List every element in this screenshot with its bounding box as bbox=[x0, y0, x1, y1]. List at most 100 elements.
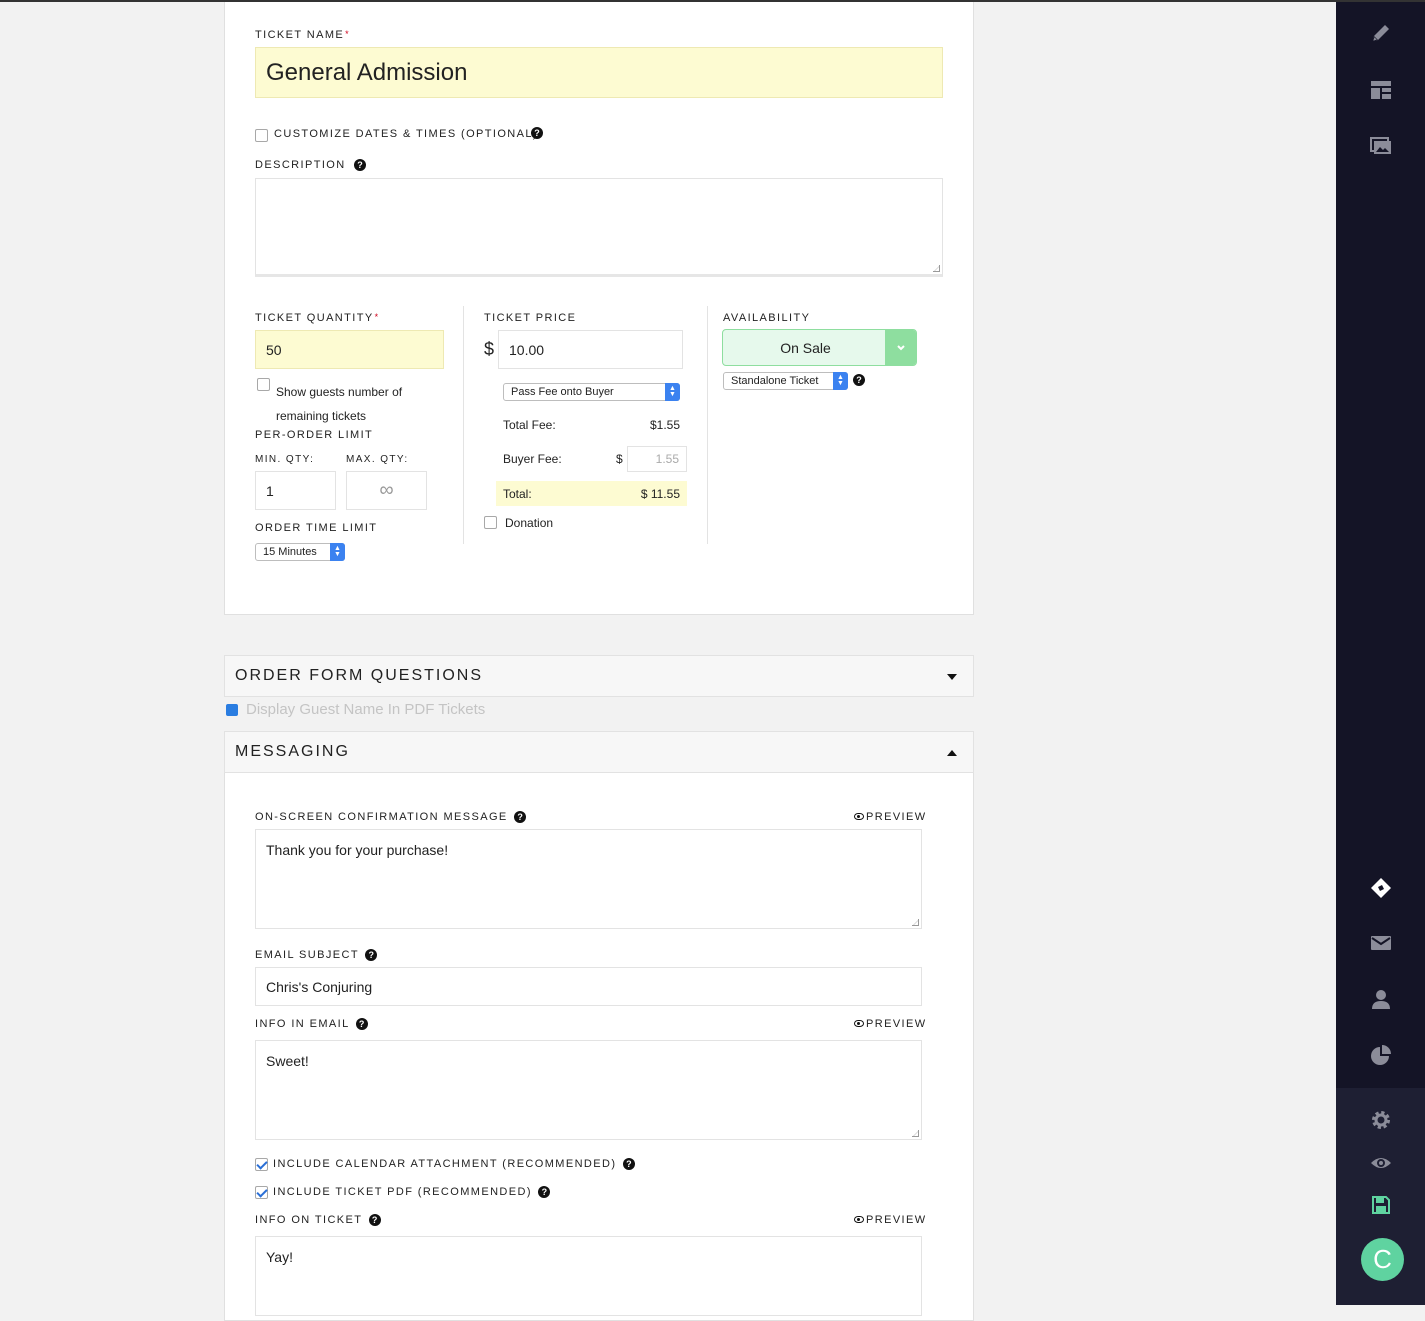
right-sidebar: C bbox=[1336, 2, 1425, 1305]
availability-select[interactable]: On Sale bbox=[722, 329, 917, 366]
eye-icon bbox=[854, 812, 864, 820]
order-form-title: ORDER FORM QUESTIONS bbox=[235, 667, 484, 684]
order-form-questions-header[interactable]: ORDER FORM QUESTIONS bbox=[224, 655, 974, 697]
images-icon[interactable] bbox=[1370, 135, 1392, 157]
order-time-limit-label: ORDER TIME LIMIT bbox=[255, 522, 378, 534]
calendar-attachment-checkbox[interactable] bbox=[255, 1158, 268, 1171]
confirmation-preview-link[interactable]: PREVIEW bbox=[854, 811, 927, 823]
email-subject-input[interactable]: Chris's Conjuring bbox=[255, 967, 922, 1006]
mail-icon[interactable] bbox=[1370, 932, 1392, 954]
select-arrows-icon: ▲ ▼ bbox=[330, 543, 345, 561]
ticket-type-value: Standalone Ticket bbox=[731, 375, 819, 387]
info-ticket-preview-link[interactable]: PREVIEW bbox=[854, 1214, 927, 1226]
resize-handle[interactable] bbox=[912, 1130, 919, 1137]
order-time-value: 15 Minutes bbox=[263, 546, 317, 558]
donation-label: Donation bbox=[505, 516, 554, 530]
email-subject-label: EMAIL SUBJECT ? bbox=[255, 949, 378, 962]
show-remaining-label: Show guests number of remaining tickets bbox=[276, 385, 403, 423]
calendar-attachment-label: INCLUDE CALENDAR ATTACHMENT (RECOMMENDED… bbox=[273, 1158, 635, 1171]
info-ticket-textarea[interactable]: Yay! bbox=[255, 1236, 922, 1316]
buyer-fee-label: Buyer Fee: bbox=[503, 452, 562, 466]
min-qty-label: MIN. QTY: bbox=[255, 454, 315, 465]
description-textarea[interactable] bbox=[255, 178, 943, 277]
ticket-price-label: TICKET PRICE bbox=[484, 312, 577, 324]
required-mark: * bbox=[345, 29, 351, 39]
resize-handle[interactable] bbox=[912, 919, 919, 926]
buyer-fee-input[interactable]: 1.55 bbox=[627, 446, 687, 472]
ticket-pdf-help-icon[interactable]: ? bbox=[538, 1186, 551, 1199]
ticket-price-value: 10.00 bbox=[509, 341, 545, 358]
buyer-fee-currency: $ bbox=[616, 452, 623, 466]
ticket-quantity-value: 50 bbox=[266, 341, 282, 358]
messaging-header[interactable]: MESSAGING bbox=[224, 731, 974, 773]
avatar-letter: C bbox=[1373, 1244, 1392, 1274]
availability-label: AVAILABILITY bbox=[723, 312, 811, 324]
per-order-limit-label: PER-ORDER LIMIT bbox=[255, 429, 374, 441]
user-icon[interactable] bbox=[1370, 988, 1392, 1010]
total-fee-value: $1.55 bbox=[649, 418, 680, 432]
avatar[interactable]: C bbox=[1361, 1238, 1404, 1281]
info-email-preview-link[interactable]: PREVIEW bbox=[854, 1018, 927, 1030]
currency-symbol: $ bbox=[484, 339, 495, 359]
customize-help-icon[interactable]: ? bbox=[531, 127, 543, 139]
layout-icon[interactable] bbox=[1370, 79, 1392, 101]
ticket-quantity-input[interactable]: 50 bbox=[255, 330, 444, 369]
column-divider bbox=[707, 306, 708, 544]
info-ticket-value: Yay! bbox=[266, 1249, 293, 1265]
fee-mode-value: Pass Fee onto Buyer bbox=[511, 386, 614, 398]
eye-icon[interactable] bbox=[1370, 1152, 1392, 1174]
max-qty-input[interactable]: ∞ bbox=[346, 471, 427, 510]
eye-icon bbox=[854, 1215, 864, 1223]
info-email-value: Sweet! bbox=[266, 1053, 309, 1069]
caret-down-icon bbox=[947, 674, 957, 680]
min-qty-input[interactable]: 1 bbox=[255, 471, 336, 510]
ticket-type-select[interactable]: Standalone Ticket ▲ ▼ bbox=[723, 372, 848, 390]
email-subject-help-icon[interactable]: ? bbox=[365, 949, 378, 962]
select-arrows-icon: ▲ ▼ bbox=[833, 372, 848, 390]
buyer-fee-value: 1.55 bbox=[655, 452, 679, 466]
max-qty-label: MAX. QTY: bbox=[346, 454, 409, 465]
fee-mode-select[interactable]: Pass Fee onto Buyer ▲ ▼ bbox=[503, 383, 680, 401]
total-label: Total: bbox=[503, 487, 532, 501]
info-email-label: INFO IN EMAIL ? bbox=[255, 1018, 368, 1031]
ticket-name-value: General Admission bbox=[266, 58, 468, 86]
select-arrows-icon: ▲ ▼ bbox=[665, 383, 680, 401]
description-help-icon[interactable]: ? bbox=[354, 159, 367, 172]
eye-icon bbox=[854, 1019, 864, 1027]
messaging-title: MESSAGING bbox=[235, 743, 350, 760]
required-mark: * bbox=[374, 312, 380, 322]
gear-icon[interactable] bbox=[1370, 1109, 1392, 1131]
ticket-name-input[interactable]: General Admission bbox=[255, 47, 943, 98]
donation-checkbox[interactable] bbox=[484, 516, 497, 529]
min-qty-value: 1 bbox=[266, 482, 274, 499]
customize-dates-label: CUSTOMIZE DATES & TIMES (OPTIONAL) bbox=[274, 128, 538, 140]
max-qty-value: ∞ bbox=[379, 479, 394, 501]
ticket-name-label: TICKET NAME* bbox=[255, 29, 351, 41]
info-email-textarea[interactable]: Sweet! bbox=[255, 1040, 922, 1140]
confirmation-textarea[interactable]: Thank you for your purchase! bbox=[255, 829, 922, 929]
total-fee-label: Total Fee: bbox=[503, 418, 556, 432]
resize-handle[interactable] bbox=[933, 265, 940, 272]
pie-chart-icon[interactable] bbox=[1370, 1044, 1392, 1066]
info-email-help-icon[interactable]: ? bbox=[355, 1018, 368, 1031]
ticket-type-help-icon[interactable]: ? bbox=[853, 374, 865, 386]
info-ticket-label: INFO ON TICKET ? bbox=[255, 1214, 381, 1227]
confirmation-help-icon[interactable]: ? bbox=[514, 811, 527, 824]
pencil-icon[interactable] bbox=[1370, 22, 1392, 44]
caret-up-icon bbox=[947, 750, 957, 756]
info-ticket-help-icon[interactable]: ? bbox=[368, 1214, 381, 1227]
ticket-quantity-label: TICKET QUANTITY* bbox=[255, 312, 380, 324]
guest-name-label: Display Guest Name In PDF Tickets bbox=[246, 701, 486, 718]
guest-name-checkbox[interactable] bbox=[226, 704, 238, 716]
email-subject-value: Chris's Conjuring bbox=[266, 978, 373, 995]
ticket-icon[interactable] bbox=[1370, 877, 1392, 899]
ticket-pdf-checkbox[interactable] bbox=[255, 1186, 268, 1199]
show-remaining-checkbox[interactable] bbox=[257, 378, 270, 391]
calendar-help-icon[interactable]: ? bbox=[622, 1158, 635, 1171]
total-value: $ 11.55 bbox=[640, 487, 680, 501]
customize-dates-checkbox[interactable] bbox=[255, 129, 268, 142]
ticket-price-input[interactable]: 10.00 bbox=[498, 330, 683, 369]
order-time-select[interactable]: 15 Minutes ▲ ▼ bbox=[255, 543, 345, 561]
column-divider bbox=[463, 306, 464, 544]
save-icon[interactable] bbox=[1370, 1194, 1392, 1216]
